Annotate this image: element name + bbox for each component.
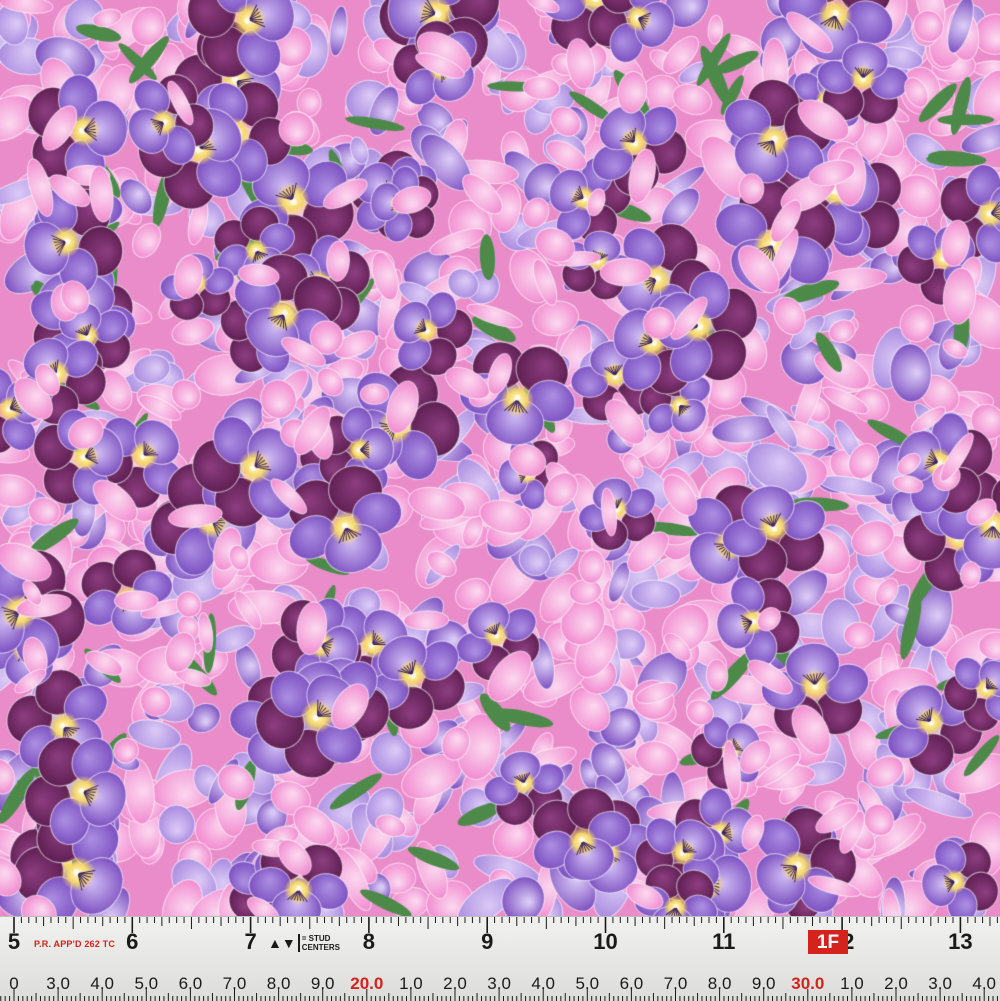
tenth-label: 7.0 — [663, 974, 688, 993]
tenth-label: 0 — [9, 974, 19, 993]
inch-label: 10 — [593, 929, 618, 954]
tenth-label: 6.0 — [178, 974, 203, 993]
tenth-label: 5.0 — [134, 974, 159, 993]
tenth-label: 20.0 — [350, 974, 384, 993]
stud-arrows-icon: ▲▼ — [268, 935, 296, 951]
tenth-label: 6.0 — [619, 974, 644, 993]
tenth-label: 2.0 — [884, 974, 908, 993]
tenth-label: 4.0 — [531, 974, 556, 993]
stud-line-2: CENTERS — [301, 943, 340, 952]
tenth-label: 3.0 — [46, 974, 70, 993]
tenth-label: 8.0 — [707, 974, 732, 993]
tenth-label: 4.0 — [90, 974, 115, 993]
tenth-label: 2.0 — [443, 974, 467, 993]
inch-label: 5 — [7, 929, 21, 954]
foot-badge: 1F — [808, 930, 848, 954]
approval-label: P.R. APP'D 262 TC — [34, 939, 116, 949]
inch-label: 13 — [948, 929, 973, 954]
inch-label: 9 — [481, 929, 494, 954]
inch-label: 6 — [126, 929, 139, 954]
tenth-label: 3.0 — [487, 974, 511, 993]
stud-centers-text: = STUD CENTERS — [297, 934, 346, 952]
tenth-label: 9.0 — [751, 974, 776, 993]
inch-label: 7 — [244, 929, 257, 954]
tenth-label: 9.0 — [310, 974, 335, 993]
tenth-label: 30.0 — [791, 974, 825, 993]
tenth-label: 1.0 — [399, 974, 423, 993]
stud-line-1: = STUD — [301, 934, 331, 943]
stud-centers-marker: ▲▼ = STUD CENTERS — [268, 931, 346, 955]
tape-measure: 5678910111213 03.04.05.06.07.08.09.020.0… — [0, 916, 1000, 1001]
inch-label: 8 — [362, 929, 376, 954]
tenth-label: 1.0 — [840, 974, 864, 993]
tenth-label: 3.0 — [928, 974, 952, 993]
tenth-label: 5.0 — [575, 974, 600, 993]
photo: 5678910111213 03.04.05.06.07.08.09.020.0… — [0, 0, 1000, 1001]
tenth-label: 4.0 — [972, 974, 997, 993]
tenth-label: 7.0 — [222, 974, 247, 993]
tenth-label: 8.0 — [266, 974, 291, 993]
floral-fabric — [0, 0, 1000, 916]
inch-label: 11 — [712, 929, 736, 954]
